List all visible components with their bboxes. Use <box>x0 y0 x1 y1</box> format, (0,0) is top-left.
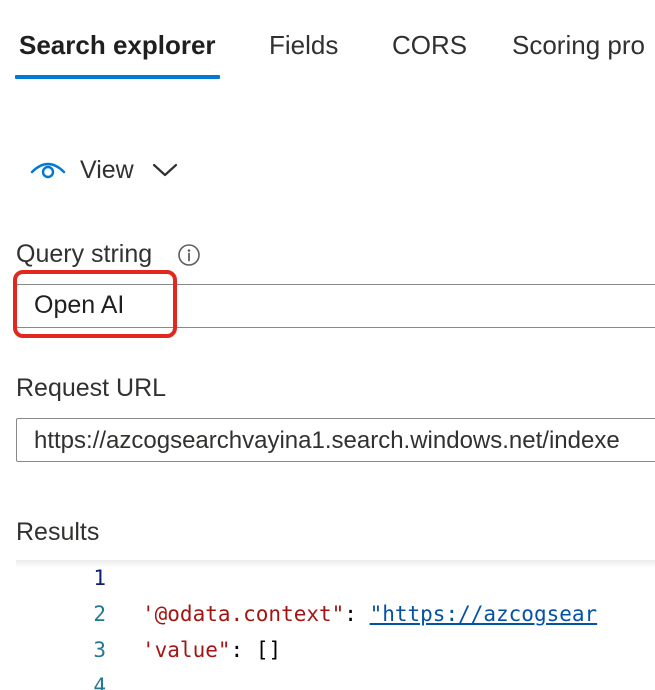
json-separator: : <box>230 638 256 662</box>
line-number: 4 <box>93 674 106 690</box>
tab-scoring-profiles[interactable]: Scoring pro <box>512 28 645 68</box>
request-url-value: https://azcogsearchvayina1.search.window… <box>34 427 620 454</box>
eye-icon <box>30 162 66 179</box>
tab-search-explorer[interactable]: Search explorer <box>19 28 216 68</box>
line-number: 1 <box>93 566 106 590</box>
request-url-field[interactable]: https://azcogsearchvayina1.search.window… <box>16 418 655 462</box>
results-label: Results <box>16 518 100 546</box>
tab-fields[interactable]: Fields <box>269 28 338 68</box>
code-line: '@odata.context": "https://azcogsear <box>142 602 597 626</box>
chevron-down-icon <box>152 163 177 177</box>
line-number-gutter: 1 2 3 4 <box>16 561 126 690</box>
json-separator: : <box>344 602 370 626</box>
view-button-label: View <box>80 155 134 184</box>
view-button[interactable]: View <box>30 150 178 190</box>
json-key: '@odata.context" <box>142 602 345 626</box>
line-number: 3 <box>93 638 106 662</box>
results-editor[interactable]: 1 2 3 4 '@odata.context": "https://azcog… <box>16 560 655 690</box>
tab-bar: Search explorer Fields CORS Scoring pro <box>0 0 655 90</box>
highlight-annotation <box>13 270 177 338</box>
query-string-label: Query string <box>16 240 153 268</box>
info-icon[interactable] <box>177 243 201 267</box>
line-number: 2 <box>93 602 106 626</box>
editor-top-shadow <box>16 560 655 568</box>
code-line: 'value": [] <box>142 638 281 662</box>
json-key: 'value" <box>142 638 231 662</box>
active-tab-indicator <box>15 75 220 79</box>
json-string-link[interactable]: "https://azcogsear <box>370 602 598 626</box>
tab-cors[interactable]: CORS <box>392 28 467 68</box>
request-url-label: Request URL <box>16 374 167 402</box>
search-explorer-page: Search explorer Fields CORS Scoring pro … <box>0 0 655 690</box>
json-value: [] <box>255 638 282 662</box>
